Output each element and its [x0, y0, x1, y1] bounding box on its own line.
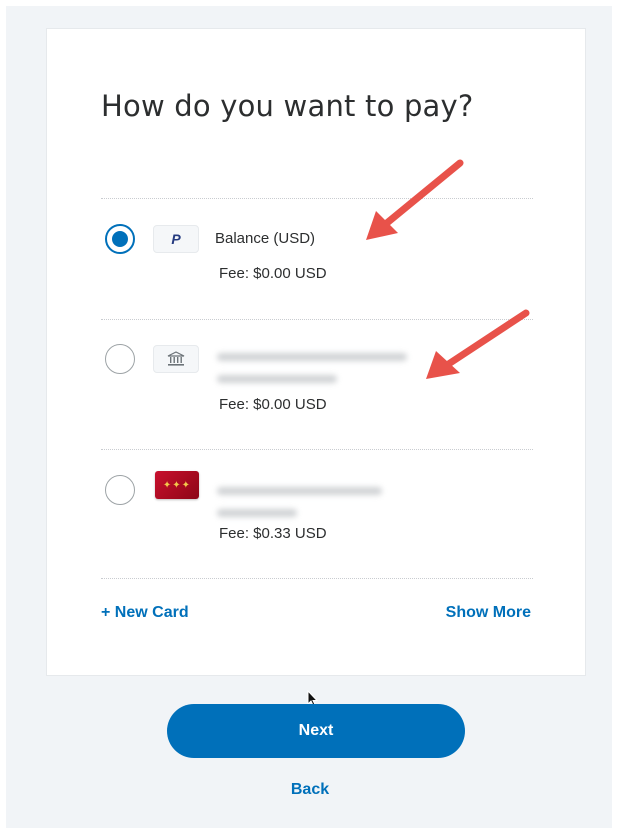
page-title: How do you want to pay? — [101, 89, 474, 123]
next-button[interactable]: Next — [167, 704, 465, 758]
paypal-icon: P — [153, 225, 199, 253]
bank-icon — [153, 345, 199, 373]
radio-card[interactable] — [105, 475, 135, 505]
option-name: Balance (USD) — [215, 230, 316, 247]
new-card-link[interactable]: + New Card — [101, 604, 189, 622]
radio-balance[interactable] — [105, 224, 135, 254]
card-name-redacted — [217, 487, 382, 495]
option-fee: Fee: $0.00 USD — [219, 265, 327, 282]
back-link[interactable]: Back — [0, 781, 620, 799]
payment-option-card[interactable]: ✦✦✦ Fee: $0.33 USD — [101, 449, 533, 559]
card-number-redacted — [217, 509, 297, 517]
divider — [101, 578, 533, 579]
bank-name-redacted — [217, 353, 407, 361]
credit-card-icon: ✦✦✦ — [155, 471, 199, 499]
bank-account-redacted — [217, 375, 337, 383]
annotation-arrow-icon — [426, 309, 530, 379]
annotation-arrow-icon — [366, 159, 464, 240]
option-fee: Fee: $0.33 USD — [219, 525, 327, 542]
option-fee: Fee: $0.00 USD — [219, 396, 327, 413]
radio-bank[interactable] — [105, 344, 135, 374]
show-more-link[interactable]: Show More — [446, 604, 531, 622]
